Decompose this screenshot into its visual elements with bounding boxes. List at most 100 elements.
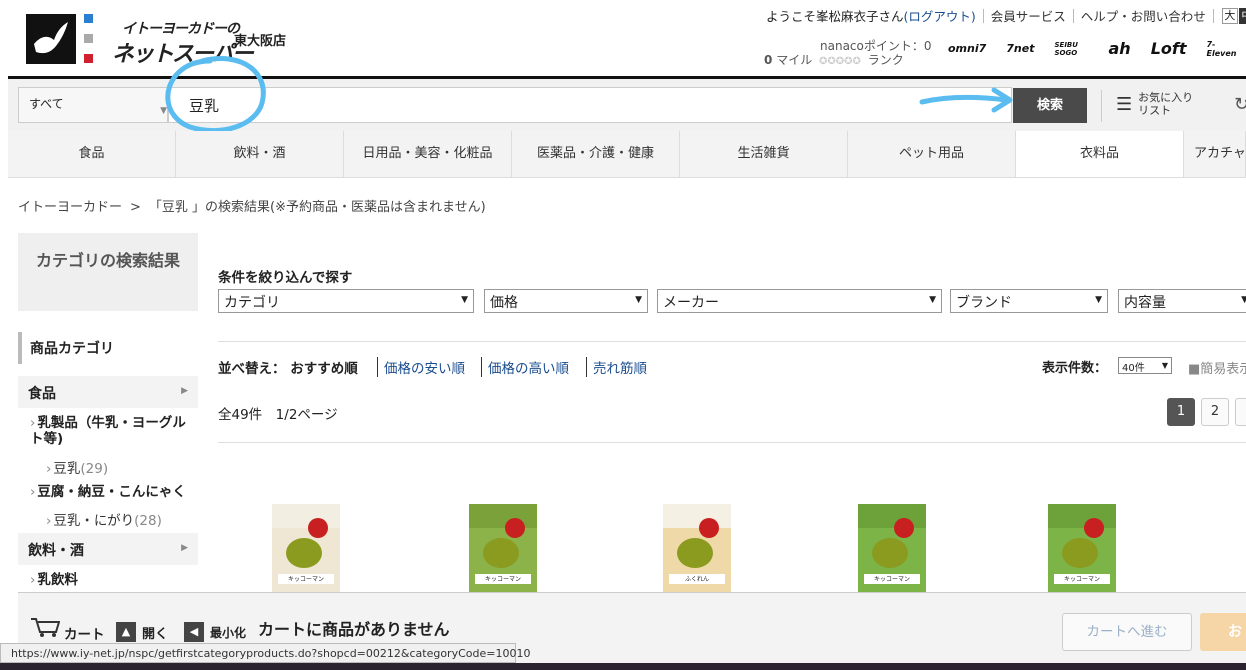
favorites-label-line1: お気に入り — [1138, 91, 1194, 104]
product-image[interactable]: キッコーマン — [272, 504, 340, 604]
pack-top — [663, 504, 731, 528]
sidebar-item-label: 飲料・酒 — [28, 543, 84, 559]
sidebar-heading: 商品カテゴリ — [18, 332, 198, 364]
tree-icon — [677, 538, 713, 568]
product-card[interactable]: キッコーマン — [272, 504, 342, 604]
mile-rank-row: 0 マイル ✪✪✪✪✪ ランク — [764, 51, 904, 68]
product-card[interactable]: ふくれん — [663, 504, 733, 604]
sidebar-item-milk-drinks[interactable]: › 乳飲料 — [30, 572, 78, 588]
open-cart-label[interactable]: 開く — [142, 623, 168, 642]
history-icon[interactable]: ↻ — [1234, 94, 1246, 115]
per-page-select[interactable]: 40件 ▼ — [1118, 357, 1172, 374]
tab-drinks[interactable]: 飲料・酒 — [176, 131, 344, 177]
tab-baby[interactable]: アカチャン — [1184, 131, 1246, 177]
chevron-right-icon: › — [46, 461, 52, 477]
filter-price-select[interactable]: 価格 ▼ — [484, 289, 648, 313]
sidebar-item-food[interactable]: 食品 ▶ — [18, 376, 198, 408]
search-scope-select[interactable]: すべて ▼ — [18, 87, 168, 123]
page-2-button[interactable]: 2 — [1201, 398, 1229, 426]
tab-daily-goods[interactable]: 日用品・美容・化粧品 — [344, 131, 512, 177]
sidebar-item-soymilk[interactable]: › 豆乳(29) — [46, 457, 108, 477]
product-brand-label: ふくれん — [669, 574, 725, 584]
filter-title: 条件を絞り込んで探す — [218, 270, 353, 286]
favorites-list-button[interactable]: ☰ お気に入り リスト — [1116, 91, 1193, 117]
product-image[interactable]: キッコーマン — [469, 504, 537, 604]
select-value: メーカー — [663, 295, 719, 311]
loft-logo[interactable]: Loft — [1151, 39, 1187, 58]
tab-clothing[interactable]: 衣料品 — [1016, 131, 1184, 177]
product-image[interactable]: キッコーマン — [858, 504, 926, 604]
product-card[interactable]: キッコーマン — [1048, 504, 1118, 604]
proceed-to-cart-button[interactable]: カートへ進む — [1062, 613, 1192, 651]
sort-price-asc-link[interactable]: 価格の安い順 — [377, 357, 465, 377]
omni7-logo[interactable]: omni7 — [948, 42, 986, 55]
help-link[interactable]: ヘルプ・お問い合わせ — [1081, 6, 1206, 25]
item-count: (28) — [134, 513, 162, 529]
breadcrumb-separator: > — [130, 200, 141, 215]
next-page-button[interactable] — [1235, 398, 1246, 426]
select-value: カテゴリ — [224, 295, 280, 311]
favorites-label: お気に入り リスト — [1138, 91, 1193, 117]
7net-logo[interactable]: 7net — [1006, 42, 1034, 55]
sidebar-item-nigari[interactable]: › 豆乳・にがり(28) — [46, 509, 162, 529]
product-card[interactable]: キッコーマン — [469, 504, 539, 604]
filter-volume-select[interactable]: 内容量 ▼ — [1118, 289, 1246, 313]
logo-dots — [84, 14, 96, 64]
font-size-medium-button[interactable]: 中 — [1238, 7, 1246, 24]
divider — [1101, 90, 1102, 122]
open-icon[interactable]: ▲ — [116, 622, 136, 642]
product-image[interactable]: キッコーマン — [1048, 504, 1116, 604]
logo-bird-icon[interactable] — [26, 14, 76, 64]
cart-icon[interactable] — [30, 616, 61, 644]
simple-view-toggle[interactable]: ■簡易表示 — [1188, 358, 1246, 377]
page-1-button[interactable]: 1 — [1167, 398, 1195, 426]
seibu-sogo-logo[interactable]: SEIBU SOGO — [1055, 41, 1089, 57]
logo-tagline[interactable]: イトーヨーカドーの — [122, 18, 240, 38]
category-nav: 食品 飲料・酒 日用品・美容・化粧品 医薬品・介護・健康 生活雑貨 ペット用品 … — [8, 131, 1246, 178]
logout-link[interactable]: (ログアウト) — [904, 6, 976, 25]
sidebar-item-label: 豆乳・にがり — [53, 513, 135, 529]
sort-label: 並べ替え： おすすめ順 — [218, 357, 358, 377]
favorites-label-line2: リスト — [1138, 104, 1172, 117]
minimize-label[interactable]: 最小化 — [210, 624, 246, 641]
sort-popular-link[interactable]: 売れ筋順 — [586, 357, 647, 377]
divider — [1072, 8, 1074, 23]
tab-pet[interactable]: ペット用品 — [848, 131, 1016, 177]
caret-down-icon: ▼ — [1161, 361, 1168, 370]
rank-label: ランク — [867, 53, 904, 67]
tab-household[interactable]: 生活雑貨 — [680, 131, 848, 177]
breadcrumb-home[interactable]: イトーヨーカドー — [18, 200, 122, 215]
filter-category-select[interactable]: カテゴリ ▼ — [218, 289, 474, 313]
tree-icon — [286, 538, 322, 568]
sidebar-item-drinks[interactable]: 飲料・酒 ▶ — [18, 533, 198, 565]
sidebar-item-label: 食品 — [28, 386, 56, 402]
filter-brand-select[interactable]: ブランド ▼ — [950, 289, 1108, 313]
status-bar-url: https://www.iy-net.jp/nspc/getfirstcateg… — [0, 643, 530, 663]
product-brand-label: キッコーマン — [278, 574, 334, 584]
rank-stars-icon: ✪✪✪✪✪ — [819, 56, 861, 67]
ah-logo[interactable]: ah — [1109, 39, 1131, 58]
filter-maker-select[interactable]: メーカー ▼ — [657, 289, 942, 313]
product-brand-label: キッコーマン — [475, 574, 531, 584]
tab-food[interactable]: 食品 — [8, 131, 176, 177]
miles-unit: マイル — [776, 53, 813, 67]
member-service-link[interactable]: 会員サービス — [991, 6, 1066, 25]
tree-icon — [1062, 538, 1098, 568]
minimize-icon[interactable]: ◀ — [184, 622, 204, 642]
sidebar-item-dairy[interactable]: › 乳製品（牛乳・ヨーグルト等) — [30, 415, 198, 447]
product-image[interactable]: ふくれん — [663, 504, 731, 604]
page: イトーヨーカドーの ネットスーパー 東大阪店 ようこそ峯松麻衣子さん (ログアウ… — [0, 0, 1246, 670]
breadcrumb: イトーヨーカドー > 「豆乳 」の検索結果(※予約商品・医薬品は含まれません) — [18, 196, 486, 215]
sidebar-item-tofu[interactable]: › 豆腐・納豆・こんにゃく — [30, 484, 200, 500]
sun-icon — [699, 518, 719, 538]
seven-eleven-logo[interactable]: 7-Eleven — [1206, 40, 1236, 58]
font-size-large-button[interactable]: 大 — [1221, 7, 1238, 24]
sort-price-desc-link[interactable]: 価格の高い順 — [481, 357, 569, 377]
search-button[interactable]: 検索 — [1013, 88, 1087, 123]
checkout-button[interactable]: お支 — [1200, 613, 1246, 651]
store-name: 東大阪店 — [234, 34, 287, 49]
product-card[interactable]: キッコーマン — [858, 504, 928, 604]
caret-down-icon: ▼ — [461, 295, 468, 305]
tab-medicine[interactable]: 医薬品・介護・健康 — [512, 131, 680, 177]
search-input[interactable] — [168, 87, 1012, 123]
